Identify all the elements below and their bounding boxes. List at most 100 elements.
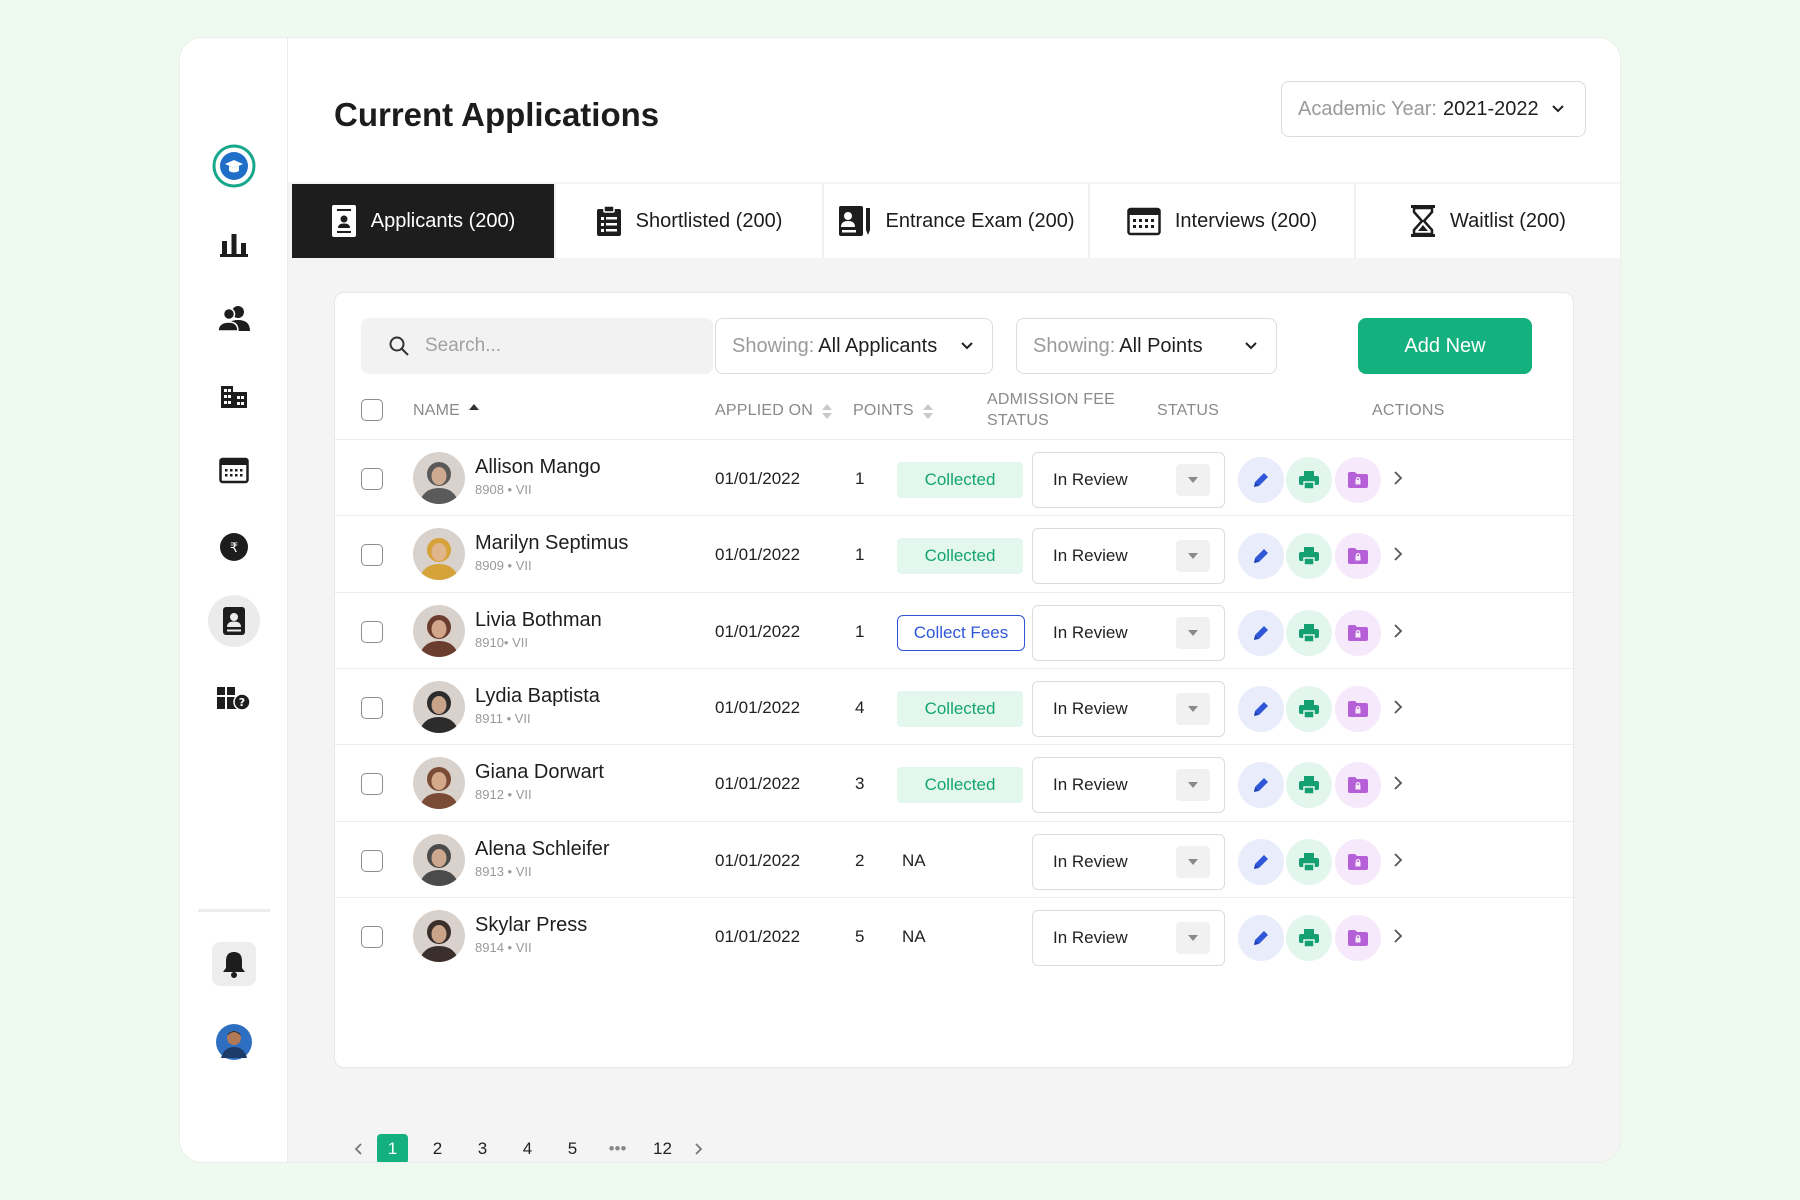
prev-page-button[interactable]: [346, 1134, 370, 1162]
print-button[interactable]: [1286, 685, 1332, 732]
printer-icon: [1299, 699, 1319, 719]
rupee-icon[interactable]: ₹: [208, 521, 260, 573]
chevron-right-icon[interactable]: [1393, 470, 1403, 491]
row-checkbox[interactable]: [361, 620, 383, 643]
applicant-id: 8913 • VII: [475, 863, 532, 879]
row-checkbox[interactable]: [361, 544, 383, 567]
print-button[interactable]: [1286, 609, 1332, 656]
page-button[interactable]: 1: [377, 1134, 408, 1162]
id-card-icon[interactable]: [208, 595, 260, 647]
print-button[interactable]: [1286, 457, 1332, 503]
tab-label: Interviews (200): [1174, 209, 1318, 232]
applicant-name[interactable]: Skylar Press: [475, 914, 587, 937]
edit-button[interactable]: [1238, 609, 1284, 656]
users-icon[interactable]: [208, 292, 260, 344]
edit-button[interactable]: [1238, 685, 1284, 732]
page-button[interactable]: 5: [550, 1134, 595, 1162]
help-icon[interactable]: ?: [208, 672, 260, 724]
header-points[interactable]: POINTS: [853, 399, 934, 423]
row-checkbox[interactable]: [361, 925, 383, 948]
table-row[interactable]: Alena Schleifer 8913 • VII 01/01/2022 2 …: [335, 820, 1573, 898]
academic-year-select[interactable]: Academic Year: 2021-2022: [1281, 81, 1586, 137]
edit-button[interactable]: [1238, 762, 1284, 809]
bar-chart-icon[interactable]: [208, 218, 260, 270]
chevron-right-icon[interactable]: [1393, 928, 1403, 949]
applicant-name[interactable]: Livia Bothman: [475, 609, 602, 632]
table-row[interactable]: Livia Bothman 8910• VII 01/01/2022 1 Col…: [335, 591, 1573, 669]
table-row[interactable]: Skylar Press 8914 • VII 01/01/2022 5 NA …: [335, 896, 1573, 974]
edit-button[interactable]: [1238, 533, 1284, 580]
print-button[interactable]: [1286, 838, 1332, 885]
chevron-right-icon[interactable]: [1393, 699, 1403, 720]
add-new-button[interactable]: Add New: [1358, 318, 1532, 374]
folder-button[interactable]: [1335, 457, 1381, 503]
applicant-doc-icon: [331, 205, 356, 237]
chevron-right-icon[interactable]: [1393, 623, 1403, 644]
tab-applicants[interactable]: Applicants (200): [292, 184, 557, 258]
edit-button[interactable]: [1238, 838, 1284, 885]
status-select[interactable]: In Review: [1032, 757, 1225, 814]
applicants-filter[interactable]: Showing: All Applicants: [715, 318, 993, 374]
edit-button[interactable]: [1238, 457, 1284, 503]
folder-button[interactable]: [1335, 533, 1381, 580]
academic-year-label: Academic Year:: [1298, 97, 1437, 120]
row-checkbox[interactable]: [361, 849, 383, 872]
status-select[interactable]: In Review: [1032, 452, 1225, 508]
edit-button[interactable]: [1238, 914, 1284, 961]
applicant-name[interactable]: Lydia Baptista: [475, 685, 600, 708]
page-button[interactable]: 4: [505, 1134, 550, 1162]
status-select[interactable]: In Review: [1032, 680, 1225, 737]
folder-button[interactable]: [1335, 838, 1381, 885]
folder-button[interactable]: [1335, 762, 1381, 809]
page-button[interactable]: 2: [415, 1134, 460, 1162]
print-button[interactable]: [1286, 762, 1332, 809]
header-applied-on[interactable]: APPLIED ON: [715, 399, 833, 423]
applicant-name[interactable]: Giana Dorwart: [475, 761, 604, 784]
select-all-checkbox[interactable]: [361, 399, 383, 421]
tab-interviews[interactable]: Interviews (200): [1090, 184, 1356, 258]
building-icon[interactable]: [208, 369, 260, 421]
status-select[interactable]: In Review: [1032, 833, 1225, 890]
applicant-name[interactable]: Alena Schleifer: [475, 838, 610, 861]
bell-icon[interactable]: [212, 942, 256, 986]
collect-fees-button[interactable]: Collect Fees: [897, 614, 1025, 651]
page-button[interactable]: 3: [460, 1134, 505, 1162]
status-select[interactable]: In Review: [1032, 604, 1225, 661]
tab-entrance-exam[interactable]: Entrance Exam (200): [824, 184, 1090, 258]
applicant-name[interactable]: Allison Mango: [475, 456, 601, 479]
tab-shortlisted[interactable]: Shortlisted (200): [556, 184, 824, 258]
table-row[interactable]: Lydia Baptista 8911 • VII 01/01/2022 4 C…: [335, 667, 1573, 745]
search-input[interactable]: Search...: [361, 318, 713, 374]
folder-lock-icon: [1348, 777, 1368, 794]
calendar-icon[interactable]: [208, 444, 260, 496]
user-avatar[interactable]: [208, 1016, 260, 1068]
chevron-right-icon[interactable]: [1393, 775, 1403, 796]
status-value: In Review: [1053, 546, 1128, 566]
graduation-cap-icon[interactable]: [208, 140, 260, 192]
points: 5: [855, 926, 865, 946]
applied-on: 01/01/2022: [715, 850, 801, 870]
header-name[interactable]: NAME: [413, 399, 480, 423]
row-checkbox[interactable]: [361, 696, 383, 719]
pencil-icon: [1254, 473, 1268, 487]
applicant-name[interactable]: Marilyn Septimus: [475, 532, 628, 555]
table-row[interactable]: Allison Mango 8908 • VII 01/01/2022 1 Co…: [335, 439, 1573, 516]
status-select[interactable]: In Review: [1032, 528, 1225, 585]
table-row[interactable]: Giana Dorwart 8912 • VII 01/01/2022 3 Co…: [335, 744, 1573, 821]
sidebar: ₹ ?: [180, 38, 288, 1162]
tab-waitlist[interactable]: Waitlist (200): [1356, 184, 1620, 258]
points-filter[interactable]: Showing: All Points: [1016, 318, 1277, 374]
status-select[interactable]: In Review: [1032, 909, 1225, 966]
next-page-button[interactable]: [685, 1134, 713, 1162]
folder-button[interactable]: [1335, 685, 1381, 732]
print-button[interactable]: [1286, 533, 1332, 580]
folder-button[interactable]: [1335, 609, 1381, 656]
print-button[interactable]: [1286, 914, 1332, 961]
row-checkbox[interactable]: [361, 468, 383, 490]
table-row[interactable]: Marilyn Septimus 8909 • VII 01/01/2022 1…: [335, 515, 1573, 592]
folder-button[interactable]: [1335, 914, 1381, 961]
page-button[interactable]: 12: [640, 1134, 685, 1162]
chevron-right-icon[interactable]: [1393, 852, 1403, 873]
chevron-right-icon[interactable]: [1393, 546, 1403, 567]
row-checkbox[interactable]: [361, 773, 383, 796]
